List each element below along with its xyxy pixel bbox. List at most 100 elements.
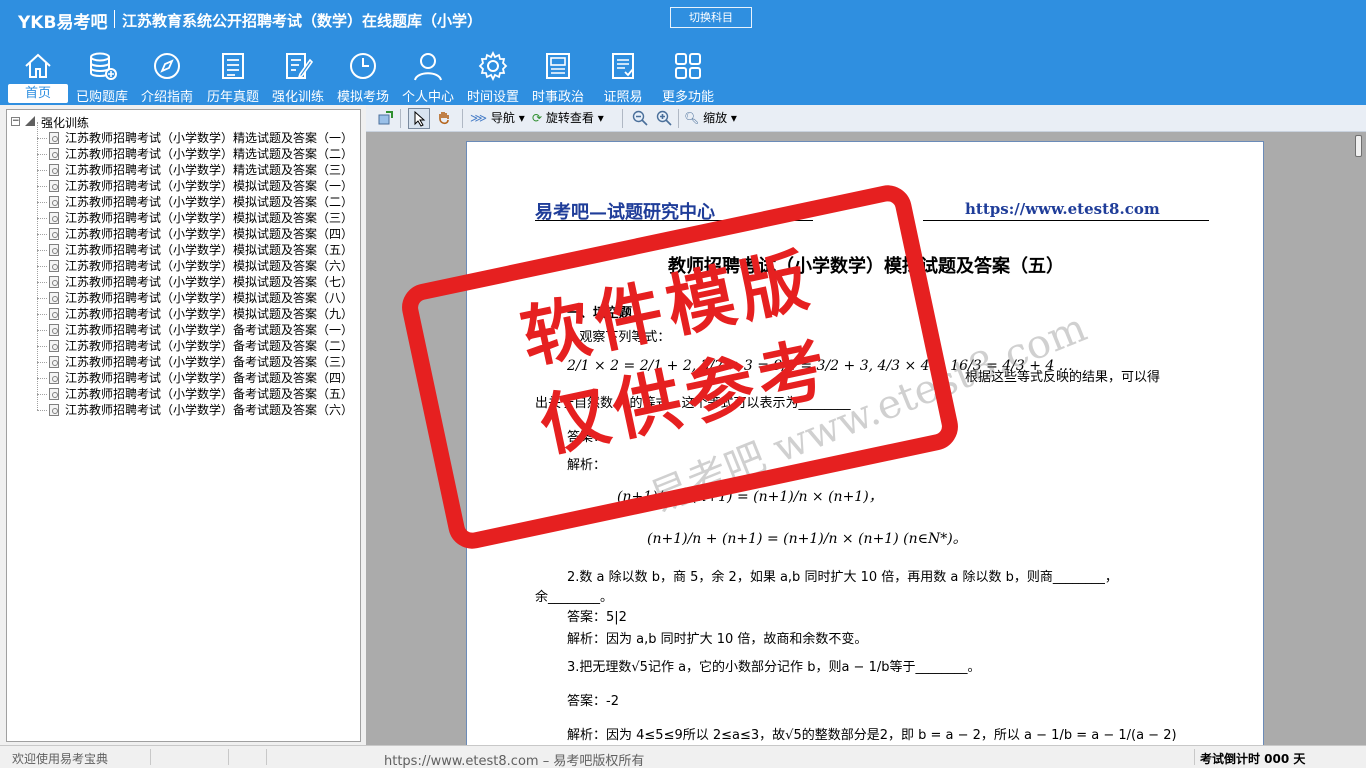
document-icon bbox=[49, 356, 59, 368]
tree-item[interactable]: 江苏教师招聘考试（小学数学）备考试题及答案（二） bbox=[7, 330, 360, 354]
nav-certificate[interactable]: 证照易 bbox=[592, 48, 654, 105]
tree-line bbox=[37, 218, 47, 219]
rotate-icon: ⟳ bbox=[532, 111, 543, 125]
folder-icon bbox=[25, 116, 35, 126]
tree-item[interactable]: 江苏教师招聘考试（小学数学）模拟试题及答案（六） bbox=[7, 250, 360, 274]
document-icon bbox=[49, 324, 59, 336]
tree-item[interactable]: 江苏教师招聘考试（小学数学）备考试题及答案（三） bbox=[7, 346, 360, 370]
nav-guide[interactable]: 介绍指南 bbox=[136, 48, 198, 105]
user-icon bbox=[414, 53, 442, 81]
main-nav: 首页 已购题库 介绍指南 历年真题 强化训练 模拟考场 个人中心 时间设置 时事… bbox=[0, 48, 800, 105]
document-icon bbox=[49, 340, 59, 352]
tree-item[interactable]: 江苏教师招聘考试（小学数学）模拟试题及答案（二） bbox=[7, 186, 360, 210]
tree-item[interactable]: 江苏教师招聘考试（小学数学）备考试题及答案（六） bbox=[7, 394, 360, 418]
nav-training[interactable]: 强化训练 bbox=[267, 48, 329, 105]
tree-item-label: 江苏教师招聘考试（小学数学）模拟试题及答案（二） bbox=[65, 195, 354, 209]
tree-item[interactable]: 江苏教师招聘考试（小学数学）模拟试题及答案（三） bbox=[7, 202, 360, 226]
collapse-icon[interactable]: − bbox=[11, 117, 20, 126]
newspaper-icon bbox=[546, 53, 570, 79]
tree-line bbox=[37, 138, 47, 139]
document-icon bbox=[49, 132, 59, 144]
tree-item[interactable]: 江苏教师招聘考试（小学数学）精选试题及答案（二） bbox=[7, 138, 360, 162]
nav-current-affairs[interactable]: 时事政治 bbox=[527, 48, 589, 105]
tree-line bbox=[37, 362, 38, 378]
tree-line bbox=[37, 234, 38, 250]
pointer-icon bbox=[414, 111, 426, 127]
tree-line bbox=[37, 410, 47, 411]
tree-item[interactable]: 江苏教师招聘考试（小学数学）模拟试题及答案（九） bbox=[7, 298, 360, 322]
zoom-out-icon[interactable] bbox=[632, 110, 648, 126]
grid-icon bbox=[675, 53, 701, 79]
status-separator bbox=[228, 749, 229, 765]
tree-line bbox=[37, 122, 38, 138]
nav-mock-exam[interactable]: 模拟考场 bbox=[332, 48, 394, 105]
navigation-dropdown[interactable]: ⋙ 导航 ▾ bbox=[470, 108, 525, 129]
document-icon bbox=[49, 228, 59, 240]
tree-line bbox=[37, 234, 47, 235]
magnifier-icon: 🔍︎ bbox=[684, 111, 700, 125]
document-icon bbox=[49, 148, 59, 160]
tree-item[interactable]: 江苏教师招聘考试（小学数学）精选试题及答案（三） bbox=[7, 154, 360, 178]
database-icon bbox=[90, 52, 117, 80]
double-arrow-icon: ⋙ bbox=[470, 111, 488, 125]
tree-item[interactable]: 江苏教师招聘考试（小学数学）模拟试题及答案（八） bbox=[7, 282, 360, 306]
zoom-in-icon[interactable] bbox=[656, 110, 672, 126]
tree-item[interactable]: 江苏教师招聘考试（小学数学）备考试题及答案（五） bbox=[7, 378, 360, 402]
nav-past-exams[interactable]: 历年真题 bbox=[202, 48, 264, 105]
hand-icon[interactable] bbox=[436, 110, 452, 126]
question-2-analysis: 解析：因为 a,b 同时扩大 10 倍，故商和余数不变。 bbox=[567, 632, 868, 647]
tree-item[interactable]: 江苏教师招聘考试（小学数学）模拟试题及答案（一） bbox=[7, 170, 360, 194]
question-2: 2.数 a 除以数 b，商 5，余 2，如果 a,b 同时扩大 10 倍，再用数… bbox=[567, 570, 1118, 585]
scroll-thumb[interactable] bbox=[1355, 135, 1362, 157]
question-1-analysis-label: 解析： bbox=[567, 458, 607, 473]
document-icon bbox=[49, 404, 59, 416]
tree-item[interactable]: 江苏教师招聘考试（小学数学）模拟试题及答案（七） bbox=[7, 266, 360, 290]
tree-item-label: 江苏教师招聘考试（小学数学）模拟试题及答案（一） bbox=[65, 179, 354, 193]
tree-item[interactable]: 江苏教师招聘考试（小学数学）备考试题及答案（四） bbox=[7, 362, 360, 386]
tree-line bbox=[37, 282, 47, 283]
status-copyright: https://www.etest8.com – 易考吧版权所有 bbox=[384, 754, 645, 768]
nav-time-settings[interactable]: 时间设置 bbox=[462, 48, 524, 105]
question-3-answer: 答案：-2 bbox=[567, 694, 619, 709]
tree-item[interactable]: 江苏教师招聘考试（小学数学）模拟试题及答案（五） bbox=[7, 234, 360, 258]
tree-line bbox=[37, 378, 47, 379]
header-rule bbox=[923, 220, 1209, 221]
nav-personal[interactable]: 个人中心 bbox=[397, 48, 459, 105]
nav-home[interactable]: 首页 bbox=[8, 48, 68, 104]
nav-purchased[interactable]: 已购题库 bbox=[72, 48, 132, 105]
exam-countdown: 考试倒计时 000 天 bbox=[1200, 752, 1306, 766]
tree-item-label: 江苏教师招聘考试（小学数学）精选试题及答案（一） bbox=[65, 131, 354, 145]
export-icon[interactable] bbox=[378, 110, 394, 126]
tree-item[interactable]: 江苏教师招聘考试（小学数学）模拟试题及答案（四） bbox=[7, 218, 360, 242]
tree-line bbox=[37, 314, 38, 330]
section-heading: 一、填空题 bbox=[567, 306, 633, 321]
tree-list: 江苏教师招聘考试（小学数学）精选试题及答案（一） 江苏教师招聘考试（小学数学）精选… bbox=[7, 122, 360, 418]
toolbar-separator bbox=[622, 109, 623, 128]
toolbar-separator bbox=[462, 109, 463, 128]
select-tool-button[interactable] bbox=[408, 108, 430, 129]
document-icon bbox=[49, 196, 59, 208]
tree-item[interactable]: 江苏教师招聘考试（小学数学）精选试题及答案（一） bbox=[7, 122, 360, 146]
tree-line bbox=[37, 346, 47, 347]
app-header: YKB易考吧 江苏教育系统公开招聘考试（数学）在线题库（小学） 切换科目 首页 … bbox=[0, 0, 1366, 105]
tree-item-label: 江苏教师招聘考试（小学数学）备考试题及答案（一） bbox=[65, 323, 354, 337]
question-1-text: 根据这些等式反映的结果，可以得 bbox=[965, 370, 1161, 385]
switch-subject-button[interactable]: 切换科目 bbox=[670, 7, 752, 28]
tree-root-label: 强化训练 bbox=[41, 116, 90, 130]
tree-item-label: 江苏教师招聘考试（小学数学）备考试题及答案（二） bbox=[65, 339, 354, 353]
zoom-dropdown[interactable]: 🔍︎ 缩放 ▾ bbox=[684, 108, 737, 129]
site-url[interactable]: https://www.etest8.com bbox=[965, 200, 1160, 218]
tree-panel: − 强化训练 江苏教师招聘考试（小学数学）精选试题及答案（一） 江苏教师招聘考试（… bbox=[0, 105, 366, 745]
tree-item-label: 江苏教师招聘考试（小学数学）模拟试题及答案（四） bbox=[65, 227, 354, 241]
tree-item[interactable]: 江苏教师招聘考试（小学数学）备考试题及答案（一） bbox=[7, 314, 360, 338]
document-icon bbox=[49, 388, 59, 400]
viewer-toolbar: ⋙ 导航 ▾ ⟳ 旋转查看 ▾ 🔍︎ 缩放 ▾ bbox=[366, 105, 1366, 132]
question-2-answer: 答案：5|2 bbox=[567, 610, 627, 625]
rotate-dropdown[interactable]: ⟳ 旋转查看 ▾ bbox=[532, 108, 604, 129]
nav-more[interactable]: 更多功能 bbox=[657, 48, 719, 105]
question-2-cont: 余________。 bbox=[535, 590, 614, 605]
chapter-tree[interactable]: − 强化训练 江苏教师招聘考试（小学数学）精选试题及答案（一） 江苏教师招聘考试（… bbox=[6, 109, 361, 742]
vertical-scrollbar[interactable] bbox=[1350, 132, 1366, 745]
tree-item-label: 江苏教师招聘考试（小学数学）备考试题及答案（五） bbox=[65, 387, 354, 401]
document-icon bbox=[49, 212, 59, 224]
